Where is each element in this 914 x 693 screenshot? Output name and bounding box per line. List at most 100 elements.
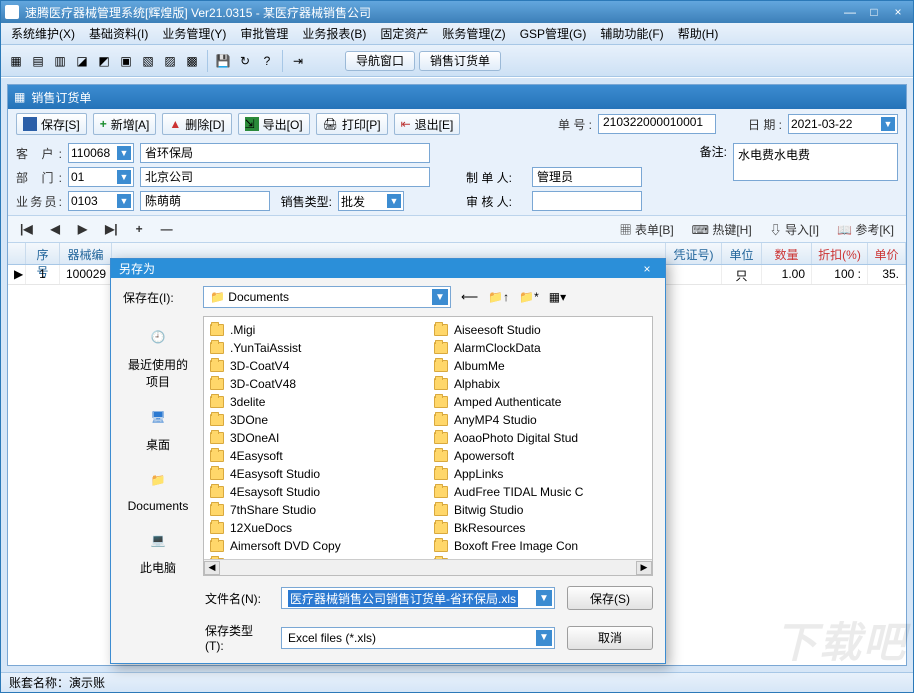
save-button[interactable]: 保存[S] [16, 113, 87, 135]
sales-order-button[interactable]: 销售订货单 [419, 51, 501, 71]
minimize-button[interactable]: — [839, 4, 861, 20]
reference-button[interactable]: 📖 参考[K] [837, 221, 894, 238]
nav-window-button[interactable]: 导航窗口 [345, 51, 415, 71]
folder-item[interactable]: 12XueDocs [210, 519, 422, 537]
delete-button[interactable]: ▲删除[D] [162, 113, 231, 135]
grid-voucher-head[interactable]: 凭证号) [666, 243, 722, 264]
sidebar-documents[interactable]: 📁Documents [128, 463, 189, 513]
form-view-button[interactable]: ▦ 表单[B] [620, 221, 674, 238]
grid-price-head[interactable]: 单价 [868, 243, 906, 264]
folder-item[interactable]: 3D-CoatV48 [210, 375, 422, 393]
filename-combo[interactable]: 医疗器械销售公司销售订货单-省环保局.xls▼ [281, 587, 555, 609]
folder-item[interactable]: 3DOneAI [210, 429, 422, 447]
folder-item[interactable]: 3D-CoatV4 [210, 357, 422, 375]
filetype-combo[interactable]: Excel files (*.xls)▼ [281, 627, 555, 649]
menu-report[interactable]: 业务报表(B) [296, 23, 372, 44]
tool-icon-9[interactable]: ▩ [183, 52, 201, 70]
sidebar-desktop[interactable]: 🖥桌面 [141, 400, 175, 453]
folder-item[interactable]: AudFree TIDAL Music C [434, 483, 646, 501]
folder-item[interactable]: 7thShare Studio [210, 501, 422, 519]
folder-item[interactable]: 3DOne [210, 411, 422, 429]
folder-item[interactable]: AppLinks [434, 465, 646, 483]
nav-add[interactable]: + [136, 222, 143, 236]
import-button[interactable]: ⇩ 导入[I] [770, 221, 819, 238]
nav-prev[interactable]: ◀ [51, 222, 60, 236]
tool-icon-4[interactable]: ◪ [73, 52, 91, 70]
folder-item[interactable]: Apowersoft [434, 447, 646, 465]
folder-item[interactable]: 4Easysoft [210, 447, 422, 465]
folder-item[interactable]: Aiseesoft Studio [434, 321, 646, 339]
hotkey-button[interactable]: ⌨ 热键[H] [692, 221, 752, 238]
nav-first[interactable]: |◀ [20, 222, 33, 236]
folder-item[interactable]: BkResources [434, 519, 646, 537]
sales-name-input[interactable]: 陈萌萌 [140, 191, 270, 211]
menu-approve[interactable]: 审批管理 [234, 23, 294, 44]
dialog-close-button[interactable]: × [637, 260, 657, 278]
menu-account[interactable]: 账务管理(Z) [436, 23, 511, 44]
date-input[interactable]: 2021-03-22▼ [788, 114, 898, 134]
menu-asset[interactable]: 固定资产 [374, 23, 434, 44]
file-list-pane[interactable]: .Migi.YunTaiAssist3D-CoatV43D-CoatV483de… [203, 316, 653, 576]
dialog-cancel-button[interactable]: 取消 [567, 626, 653, 650]
sidebar-recent[interactable]: 🕘最近使用的项目 [123, 320, 193, 390]
folder-item[interactable]: Amped Authenticate [434, 393, 646, 411]
tool-icon-5[interactable]: ◩ [95, 52, 113, 70]
sidebar-computer[interactable]: 💻此电脑 [140, 523, 176, 576]
export-button[interactable]: ⇲导出[O] [238, 113, 310, 135]
savein-combo[interactable]: 📁 Documents▼ [203, 286, 451, 308]
tool-icon-2[interactable]: ▤ [29, 52, 47, 70]
folder-item[interactable]: Aimersoft DVD Copy [210, 537, 422, 555]
maximize-button[interactable]: □ [863, 4, 885, 20]
close-button[interactable]: × [887, 4, 909, 20]
view-menu-icon[interactable]: ▦▾ [549, 290, 566, 304]
scroll-left[interactable]: ◀ [204, 561, 220, 575]
folder-item[interactable]: Boxoft Free Image Con [434, 537, 646, 555]
folder-item[interactable]: AoaoPhoto Digital Stud [434, 429, 646, 447]
menu-business[interactable]: 业务管理(Y) [156, 23, 232, 44]
tool-save-icon[interactable]: 💾 [214, 52, 232, 70]
grid-seq-head[interactable]: 序号 [26, 243, 60, 264]
folder-item[interactable]: AlbumMe [434, 357, 646, 375]
tool-icon-6[interactable]: ▣ [117, 52, 135, 70]
back-icon[interactable]: ⟵ [461, 290, 478, 304]
auditor-input[interactable] [532, 191, 642, 211]
remark-textarea[interactable]: 水电费水电费 [733, 143, 898, 181]
exit-button[interactable]: ⇤退出[E] [394, 113, 461, 135]
tool-icon-8[interactable]: ▨ [161, 52, 179, 70]
grid-qty-head[interactable]: 数量 [762, 243, 812, 264]
maker-input[interactable]: 管理员 [532, 167, 642, 187]
folder-item[interactable]: Bitwig Studio [434, 501, 646, 519]
saletype-select[interactable]: 批发▼ [338, 191, 404, 211]
grid-unit-head[interactable]: 单位 [722, 243, 762, 264]
folder-item[interactable]: AlarmClockData [434, 339, 646, 357]
grid-disc-head[interactable]: 折扣(%) [812, 243, 868, 264]
grid-code-head[interactable]: 器械编 [60, 243, 112, 264]
customer-code-select[interactable]: 110068▼ [68, 143, 134, 163]
nav-last[interactable]: ▶| [105, 222, 118, 236]
tool-icon-3[interactable]: ▥ [51, 52, 69, 70]
folder-item[interactable]: .YunTaiAssist [210, 339, 422, 357]
tool-help-icon[interactable]: ? [258, 52, 276, 70]
tool-icon-1[interactable]: ▦ [7, 52, 25, 70]
menu-basic[interactable]: 基础资料(I) [83, 23, 154, 44]
scroll-right[interactable]: ▶ [636, 561, 652, 575]
folder-item[interactable]: 4Easysoft Studio [210, 465, 422, 483]
add-button[interactable]: +新增[A] [93, 113, 157, 135]
menu-aux[interactable]: 辅助功能(F) [594, 23, 669, 44]
nav-next[interactable]: ▶ [78, 222, 87, 236]
folder-item[interactable]: .Migi [210, 321, 422, 339]
folder-item[interactable]: 4Esaysoft Studio [210, 483, 422, 501]
tool-exit-icon[interactable]: ⇥ [289, 52, 307, 70]
sales-code-select[interactable]: 0103▼ [68, 191, 134, 211]
menu-help[interactable]: 帮助(H) [672, 23, 725, 44]
menu-system[interactable]: 系统维护(X) [5, 23, 81, 44]
folder-item[interactable]: 3delite [210, 393, 422, 411]
print-button[interactable]: 🖨打印[P] [316, 113, 388, 135]
dept-code-select[interactable]: 01▼ [68, 167, 134, 187]
customer-name-input[interactable]: 省环保局 [140, 143, 430, 163]
folder-item[interactable]: AnyMP4 Studio [434, 411, 646, 429]
orderno-input[interactable]: 210322000010001 [598, 114, 716, 134]
tool-icon-7[interactable]: ▧ [139, 52, 157, 70]
nav-remove[interactable]: — [161, 222, 173, 236]
dept-name-input[interactable]: 北京公司 [140, 167, 430, 187]
